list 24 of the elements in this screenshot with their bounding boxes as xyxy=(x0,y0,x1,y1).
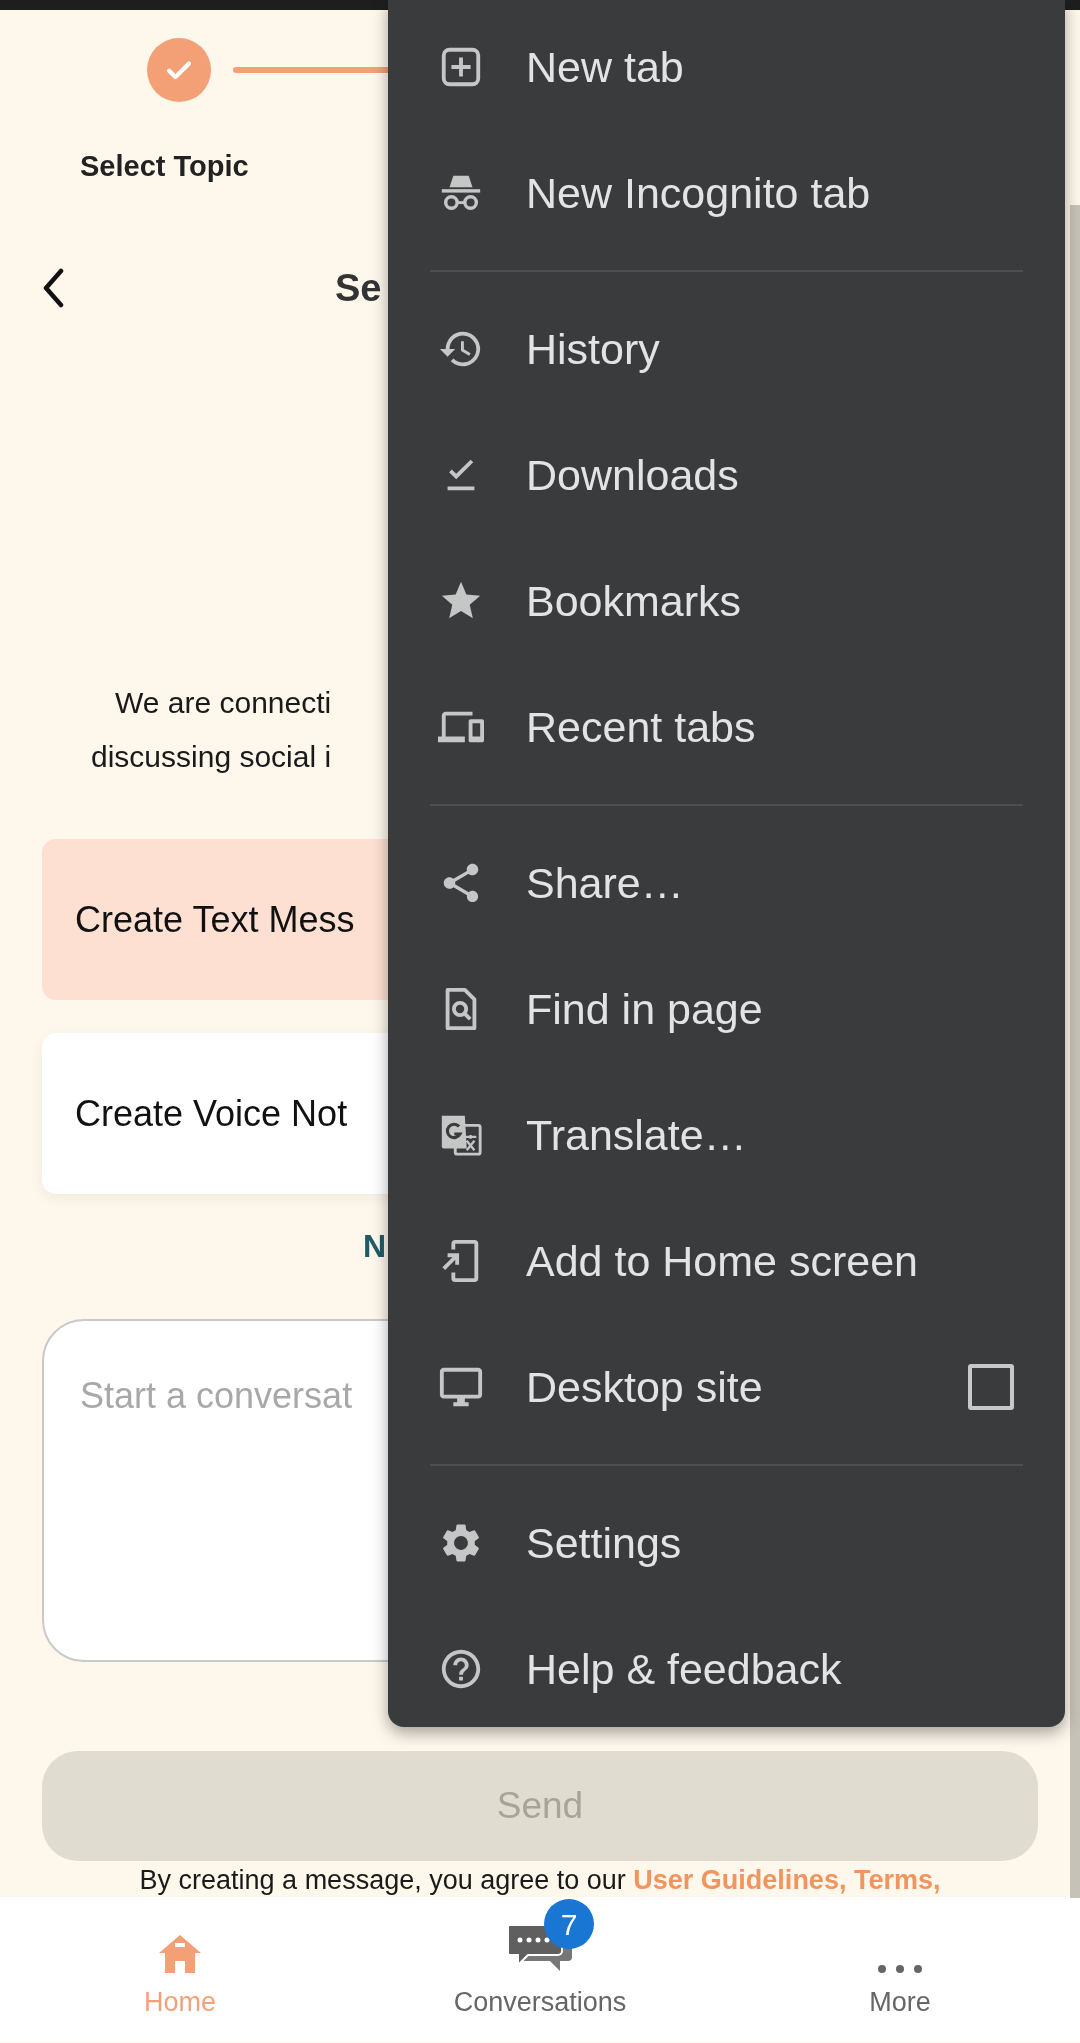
page-title: Se xyxy=(335,266,382,311)
nav-tab[interactable]: Conversations xyxy=(453,1985,627,2019)
menu-item[interactable]: Settings xyxy=(388,1480,1065,1606)
menu-item[interactable]: Recent tabs xyxy=(388,664,1065,790)
menu-item[interactable]: Help & feedback xyxy=(388,1606,1065,1732)
menu-item[interactable]: Desktop site xyxy=(388,1324,1065,1450)
back-icon[interactable] xyxy=(42,268,64,308)
notification-badge: 7 xyxy=(544,1899,594,1949)
menu-item[interactable]: Add to Home screen xyxy=(388,1198,1065,1324)
menu-item[interactable]: Bookmarks xyxy=(388,538,1065,664)
menu-item[interactable]: Translate… xyxy=(388,1072,1065,1198)
menu-item[interactable]: Downloads xyxy=(388,412,1065,538)
menu-item[interactable]: History xyxy=(388,286,1065,412)
intro-text: We are connecti discussing social i xyxy=(91,685,333,775)
home-icon xyxy=(157,1933,203,1975)
menu-item[interactable]: Find in page xyxy=(388,946,1065,1072)
step-label: Select Topic xyxy=(80,149,249,184)
more-icon xyxy=(876,1963,924,1975)
menu-item[interactable]: Share… xyxy=(388,820,1065,946)
menu-item[interactable]: New Incognito tab xyxy=(388,130,1065,256)
menu-item[interactable]: New tab xyxy=(388,4,1065,130)
checkbox[interactable] xyxy=(968,1364,1014,1410)
link-text[interactable]: N xyxy=(363,1226,387,1266)
nav-tab[interactable]: More xyxy=(869,1985,931,2019)
